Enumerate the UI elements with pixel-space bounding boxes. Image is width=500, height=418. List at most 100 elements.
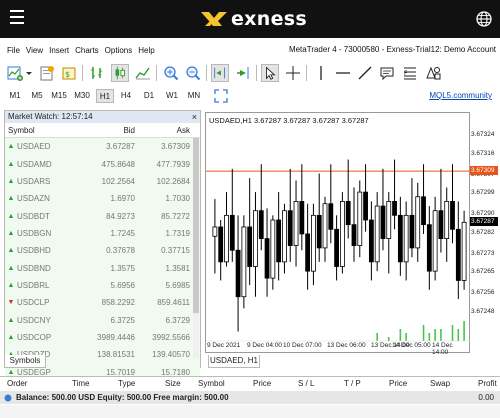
candle-body	[368, 219, 374, 263]
candlestick-chart[interactable]	[206, 113, 471, 354]
terminal-col-profit[interactable]: Profit	[478, 379, 497, 388]
ask-cell: 1.7319	[165, 228, 190, 238]
candle-body	[409, 214, 415, 249]
horizontal-line-icon[interactable]	[334, 64, 352, 82]
menu-view[interactable]: View	[26, 46, 43, 55]
zoom-out-icon[interactable]	[184, 64, 202, 82]
brand-name: exness	[231, 8, 307, 30]
arrow-up-icon: ▲	[7, 264, 15, 272]
col-bid[interactable]: Bid	[85, 126, 135, 135]
candle-body	[415, 196, 421, 249]
tab-usdaed-h1[interactable]: USDAED, H1	[208, 355, 260, 368]
market-watch-row[interactable]: ▲ USDAED 3.67287 3.67309	[5, 138, 200, 156]
fullscreen-icon[interactable]	[214, 89, 228, 103]
tab-symbols[interactable]: Symbols	[4, 355, 46, 368]
market-watch-title: Market Watch: 12:57:14 ×	[5, 111, 200, 123]
new-chart-icon[interactable]	[6, 64, 24, 82]
market-watch-row[interactable]: ▲ USDAZN 1.6970 1.7030	[5, 190, 200, 208]
globe-icon[interactable]	[476, 11, 492, 27]
tf-m30[interactable]: M30	[72, 89, 92, 103]
terminal-col-symbol[interactable]: Symbol	[198, 379, 225, 388]
candle-body	[305, 233, 311, 272]
tf-m15[interactable]: M15	[49, 89, 69, 103]
symbol-cell: ▲ USDBND	[5, 264, 85, 273]
col-ask[interactable]: Ask	[135, 126, 190, 135]
mql5-community-link[interactable]: MQL5.community	[429, 91, 492, 100]
candle-body	[334, 228, 340, 267]
menu-help[interactable]: Help	[138, 46, 154, 55]
price-tick: 3.67265	[471, 268, 495, 276]
tf-h4[interactable]: H4	[117, 89, 135, 103]
bar-chart-icon[interactable]	[88, 64, 106, 82]
bid-cell: 858.2292	[101, 298, 135, 308]
price-tick: 3.67324	[471, 131, 495, 139]
ask-cell: 0.37715	[161, 246, 190, 256]
market-watch-row[interactable]: ▲ USDCNY 6.3725 6.3729	[5, 311, 200, 329]
market-watch-row[interactable]: ▲ USDBND 1.3575 1.3581	[5, 259, 200, 277]
market-watch-row[interactable]: ▲ USDBDT 84.9273 85.7272	[5, 207, 200, 225]
symbol-name: USDCLP	[17, 298, 50, 308]
market-watch-icon[interactable]: $	[60, 64, 78, 82]
market-watch-row[interactable]: ▲ USDBHD 0.37678 0.37715	[5, 242, 200, 260]
market-watch-row[interactable]: ▲ USDCOP 3989.4446 3992.5566	[5, 328, 200, 347]
ask-price-tag: 3.67309	[470, 165, 498, 175]
chevron-down-icon[interactable]	[24, 64, 34, 82]
trendline-icon[interactable]	[356, 64, 374, 82]
terminal-col-type[interactable]: Type	[118, 379, 135, 388]
terminal-col-swap[interactable]: Swap	[430, 379, 450, 388]
menu-charts[interactable]: Charts	[75, 46, 99, 55]
market-watch-row[interactable]: ▲ USDBGN 1.7245 1.7319	[5, 224, 200, 243]
zoom-in-icon[interactable]	[162, 64, 180, 82]
candle-body	[282, 210, 287, 263]
cursor-icon[interactable]	[261, 64, 279, 82]
terminal-col-size[interactable]: Size	[165, 379, 181, 388]
menu-file[interactable]: File	[7, 46, 20, 55]
terminal-col-price[interactable]: Price	[253, 379, 271, 388]
candle-body	[311, 214, 316, 272]
market-watch-scrollbar[interactable]	[193, 138, 199, 358]
terminal-col-price-current[interactable]: Price	[389, 379, 407, 388]
tf-mn[interactable]: MN	[185, 89, 203, 103]
terminal-bottom	[0, 405, 500, 418]
market-watch-row[interactable]: ▲ USDBRL 5.6956 5.6985	[5, 276, 200, 295]
crosshair-icon[interactable]	[284, 64, 302, 82]
text-icon[interactable]	[378, 64, 396, 82]
tf-d1[interactable]: D1	[140, 89, 158, 103]
time-tick: 10 Dec 07:00	[283, 342, 322, 349]
col-symbol[interactable]: Symbol	[5, 126, 85, 135]
candlestick-icon[interactable]	[111, 64, 129, 82]
profiles-icon[interactable]	[38, 64, 56, 82]
tf-h1[interactable]: H1	[96, 89, 114, 103]
tf-m1[interactable]: M1	[6, 89, 24, 103]
menu-options[interactable]: Options	[105, 46, 133, 55]
candle-body	[328, 203, 334, 230]
terminal-col-order[interactable]: Order	[7, 379, 27, 388]
symbol-cell: ▲ USDCOP	[5, 333, 85, 342]
arrow-up-icon: ▲	[7, 333, 15, 341]
scrollbar-thumb[interactable]	[193, 138, 199, 313]
tf-m5[interactable]: M5	[28, 89, 46, 103]
exness-logo: exness	[200, 8, 307, 30]
terminal-col-tp[interactable]: T / P	[344, 379, 361, 388]
vertical-line-icon[interactable]	[312, 64, 330, 82]
shapes-icon[interactable]	[424, 64, 442, 82]
menu-insert[interactable]: Insert	[49, 46, 69, 55]
market-watch-row[interactable]: ▲ USDAMD 475.8648 477.7939	[5, 155, 200, 173]
terminal-col-sl[interactable]: S / L	[298, 379, 314, 388]
symbol-cell: ▲ USDBDT	[5, 212, 85, 221]
market-watch-row[interactable]: ▲ USDARS 102.2564 102.2684	[5, 172, 200, 191]
terminal-col-time[interactable]: Time	[72, 379, 89, 388]
candle-body	[276, 219, 282, 263]
auto-scroll-icon[interactable]	[234, 64, 252, 82]
symbol-name: USDBDT	[17, 211, 50, 221]
hamburger-menu-icon[interactable]	[10, 10, 24, 26]
line-chart-icon[interactable]	[134, 64, 152, 82]
chart-shift-icon[interactable]	[211, 64, 229, 82]
candle-body	[235, 249, 241, 298]
close-icon[interactable]: ×	[192, 111, 197, 123]
market-watch-row[interactable]: ▼ USDCLP 858.2292 859.4611	[5, 294, 200, 312]
balance-icon	[4, 394, 12, 402]
tf-w1[interactable]: W1	[163, 89, 181, 103]
fibonacci-icon[interactable]: F	[401, 64, 419, 82]
chart-window[interactable]: USDAED,H1 3.67287 3.67287 3.67287 3.6728…	[205, 112, 471, 354]
